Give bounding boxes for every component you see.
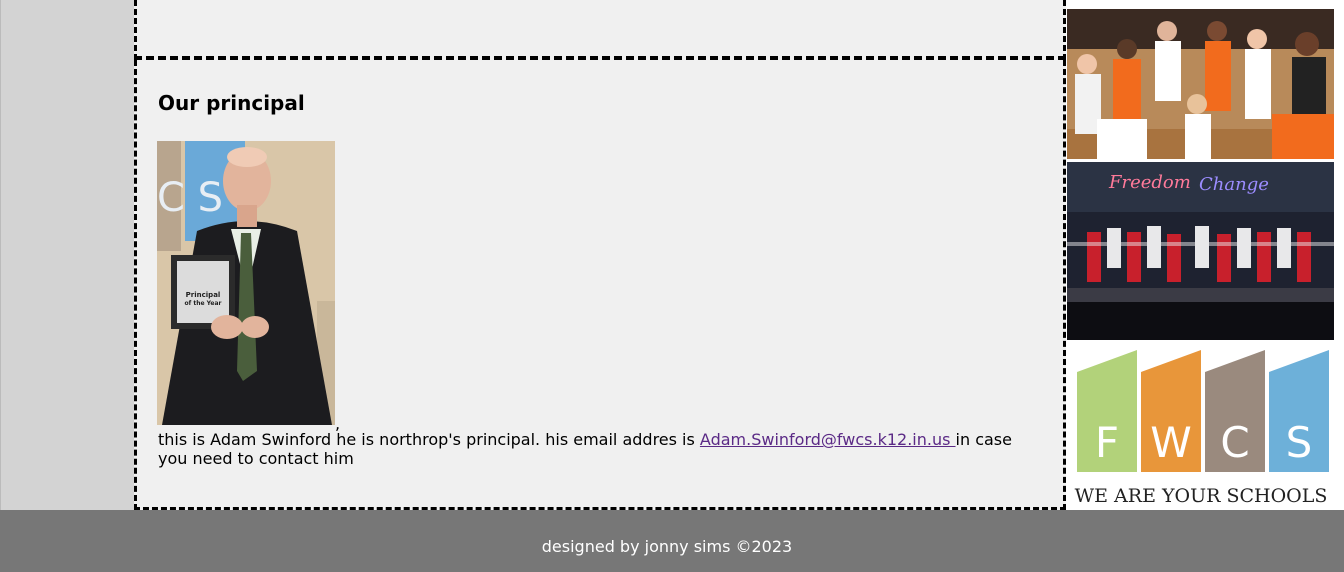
- logo-letter-s: S: [1286, 418, 1313, 467]
- logo-letter-f: F: [1095, 418, 1119, 467]
- footer-credit: designed by jonny sims ©2023: [541, 537, 793, 556]
- svg-text:C S: C S: [157, 175, 223, 221]
- description-text-start: this is Adam Swinford he is northrop's p…: [158, 430, 700, 449]
- section-heading: Our principal: [158, 91, 305, 115]
- logo-letter-c: C: [1220, 418, 1249, 467]
- top-content-box: [134, 0, 1066, 60]
- right-sidebar: Freedom Change F W C S WE ARE YOUR SCHOO…: [1066, 0, 1344, 510]
- basketball-team-photo: [1067, 9, 1334, 159]
- principal-section: Our principal C S Principal of the Year …: [134, 60, 1066, 510]
- principal-description: this is Adam Swinford he is northrop's p…: [158, 430, 1038, 468]
- plaque-text-1: Principal: [186, 291, 221, 299]
- fwcs-logo: F W C S WE ARE YOUR SCHOOLS: [1067, 342, 1334, 508]
- principal-photo: C S Principal of the Year: [157, 141, 335, 425]
- neon-sign-change: Change: [1199, 174, 1269, 195]
- plaque-text-2: of the Year: [185, 300, 222, 307]
- show-choir-photo: Freedom Change: [1067, 162, 1334, 340]
- principal-email-link[interactable]: Adam.Swinford@fwcs.k12.in.us: [700, 430, 956, 449]
- neon-sign-freedom: Freedom: [1108, 172, 1191, 193]
- logo-tagline: WE ARE YOUR SCHOOLS: [1075, 485, 1328, 507]
- footer: designed by jonny sims ©2023: [0, 510, 1344, 572]
- logo-letter-w: W: [1150, 418, 1192, 467]
- left-gutter: [0, 0, 134, 510]
